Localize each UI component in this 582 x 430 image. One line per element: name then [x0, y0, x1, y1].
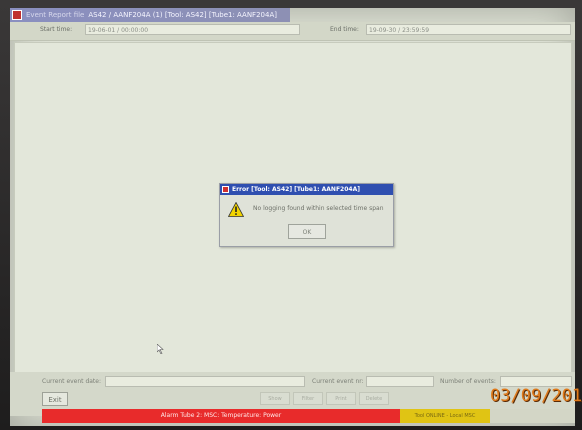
mouse-cursor-icon: [157, 344, 164, 354]
photo-date-stamp: 03/09/201: [490, 386, 582, 406]
alarm-status: Alarm Tube 2: MSC: Temperature: Power: [42, 409, 400, 423]
status-bar: Alarm Tube 2: MSC: Temperature: Power To…: [42, 409, 575, 423]
current-event-nr-field: [366, 376, 434, 387]
app-icon: [12, 10, 22, 20]
delete-button[interactable]: Delete: [359, 392, 389, 405]
current-event-nr-label: Current event nr:: [312, 378, 364, 385]
window-title-prefix: Event Report file: [26, 11, 85, 19]
current-event-date-label: Current event date:: [42, 378, 101, 385]
warning-icon: [228, 202, 244, 217]
start-time-field[interactable]: 19-06-01 / 00:00:00: [85, 24, 300, 35]
online-status: Tool ONLINE - Local MSC: [400, 409, 490, 423]
end-time-label: End time:: [330, 26, 359, 33]
error-dialog: Error [Tool: AS42] [Tube1: AANF204A] No …: [219, 183, 394, 247]
dialog-message: No logging found within selected time sp…: [253, 205, 384, 212]
print-button[interactable]: Print: [326, 392, 356, 405]
start-time-label: Start time:: [40, 26, 73, 33]
time-range-bar: Start time: 19-06-01 / 00:00:00 End time…: [10, 22, 575, 41]
status-filler: [490, 409, 575, 423]
current-event-date-field: [105, 376, 305, 387]
screen: Event Report file AS42 / AANF204A (1) [T…: [10, 8, 575, 426]
window-title: AS42 / AANF204A (1) [Tool: AS42] [Tube1:…: [88, 11, 277, 19]
dialog-titlebar: Error [Tool: AS42] [Tube1: AANF204A]: [220, 184, 393, 195]
dialog-title: Error [Tool: AS42] [Tube1: AANF204A]: [232, 186, 360, 193]
window-titlebar: Event Report file AS42 / AANF204A (1) [T…: [10, 8, 290, 22]
exit-button[interactable]: Exit: [42, 392, 68, 406]
ok-button[interactable]: OK: [288, 224, 326, 239]
dialog-app-icon: [222, 186, 229, 193]
filter-button[interactable]: Filter: [293, 392, 323, 405]
number-of-events-label: Number of events:: [440, 378, 496, 385]
end-time-field[interactable]: 19-09-30 / 23:59:59: [366, 24, 571, 35]
show-button[interactable]: Show: [260, 392, 290, 405]
